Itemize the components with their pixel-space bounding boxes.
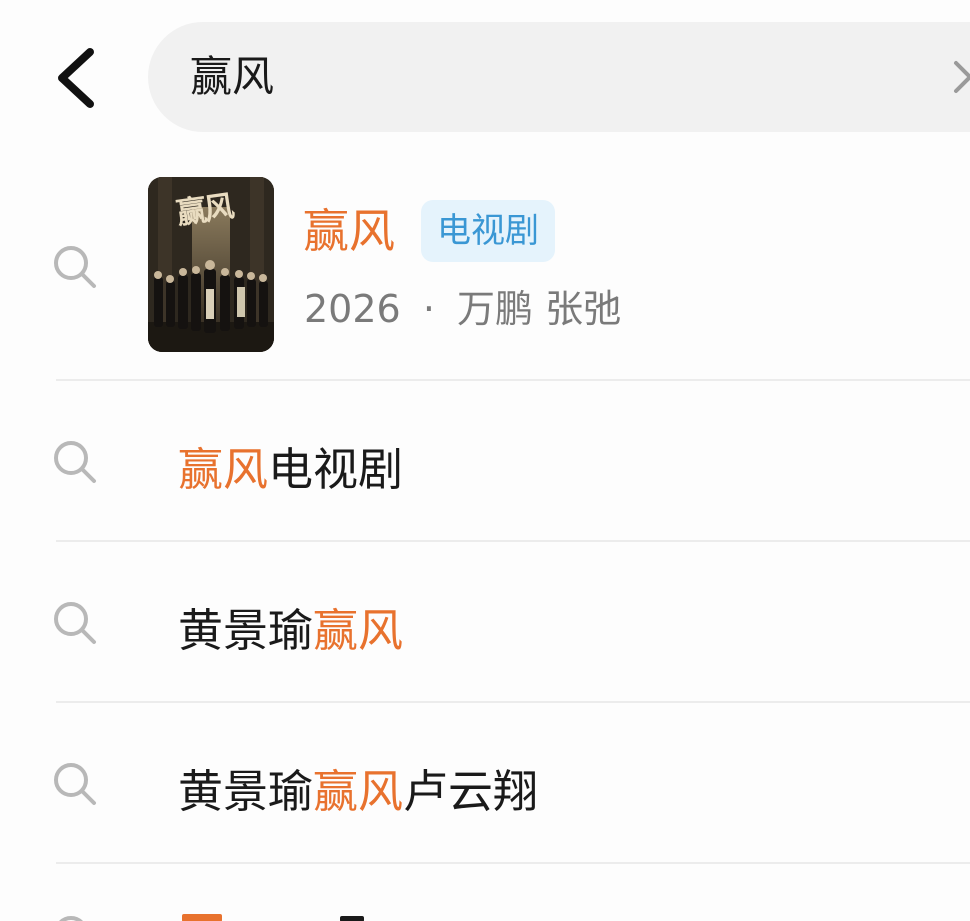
search-icon [54,763,96,805]
poster-title: 赢风 [174,189,235,232]
suggestion-item-partial[interactable] [0,864,970,921]
search-query: 赢风 [190,52,275,101]
search-icon [54,246,96,288]
back-button[interactable] [44,38,114,118]
suggestion-item[interactable]: 黄景瑜赢风 [0,542,970,701]
top-bar: 赢风 [0,0,970,150]
poster-image[interactable]: 赢风 [148,177,274,352]
suggestion-text: 黄景瑜赢风 [178,594,403,659]
chevron-left-icon [58,48,94,108]
search-page: 赢风 赢风 赢风 电视剧 2026 · 万鹏 张弛 赢风电视剧 黄景瑜赢风 黄景… [0,0,970,921]
search-icon [54,441,96,483]
search-icon [54,602,96,644]
card-year: 2026 [304,287,401,331]
suggestion-partial-mark [182,914,222,921]
suggestion-text: 黄景瑜赢风卢云翔 [178,755,538,820]
card-meta: 2026 · 万鹏 张弛 [304,278,621,333]
suggestion-prefix: 黄景瑜 [178,765,314,818]
result-card[interactable] [0,150,970,380]
suggestion-partial-mark [340,916,364,921]
card-separator: · [422,287,435,331]
suggestion-suffix: 卢云翔 [403,765,539,818]
search-input[interactable]: 赢风 [148,22,970,132]
suggestion-highlight: 赢风 [313,765,404,818]
suggestion-item[interactable]: 赢风电视剧 [0,381,970,540]
card-title[interactable]: 赢风 [303,200,395,262]
suggestion-prefix: 黄景瑜 [178,604,314,657]
close-icon[interactable] [948,55,970,99]
search-icon [58,916,84,921]
suggestion-highlight: 赢风 [178,443,269,496]
category-tag: 电视剧 [421,200,555,262]
suggestion-item[interactable]: 黄景瑜赢风卢云翔 [0,703,970,862]
card-cast: 万鹏 张弛 [457,287,622,331]
suggestion-text: 赢风电视剧 [178,433,403,498]
suggestion-highlight: 赢风 [313,604,404,657]
suggestion-suffix: 电视剧 [268,443,404,496]
